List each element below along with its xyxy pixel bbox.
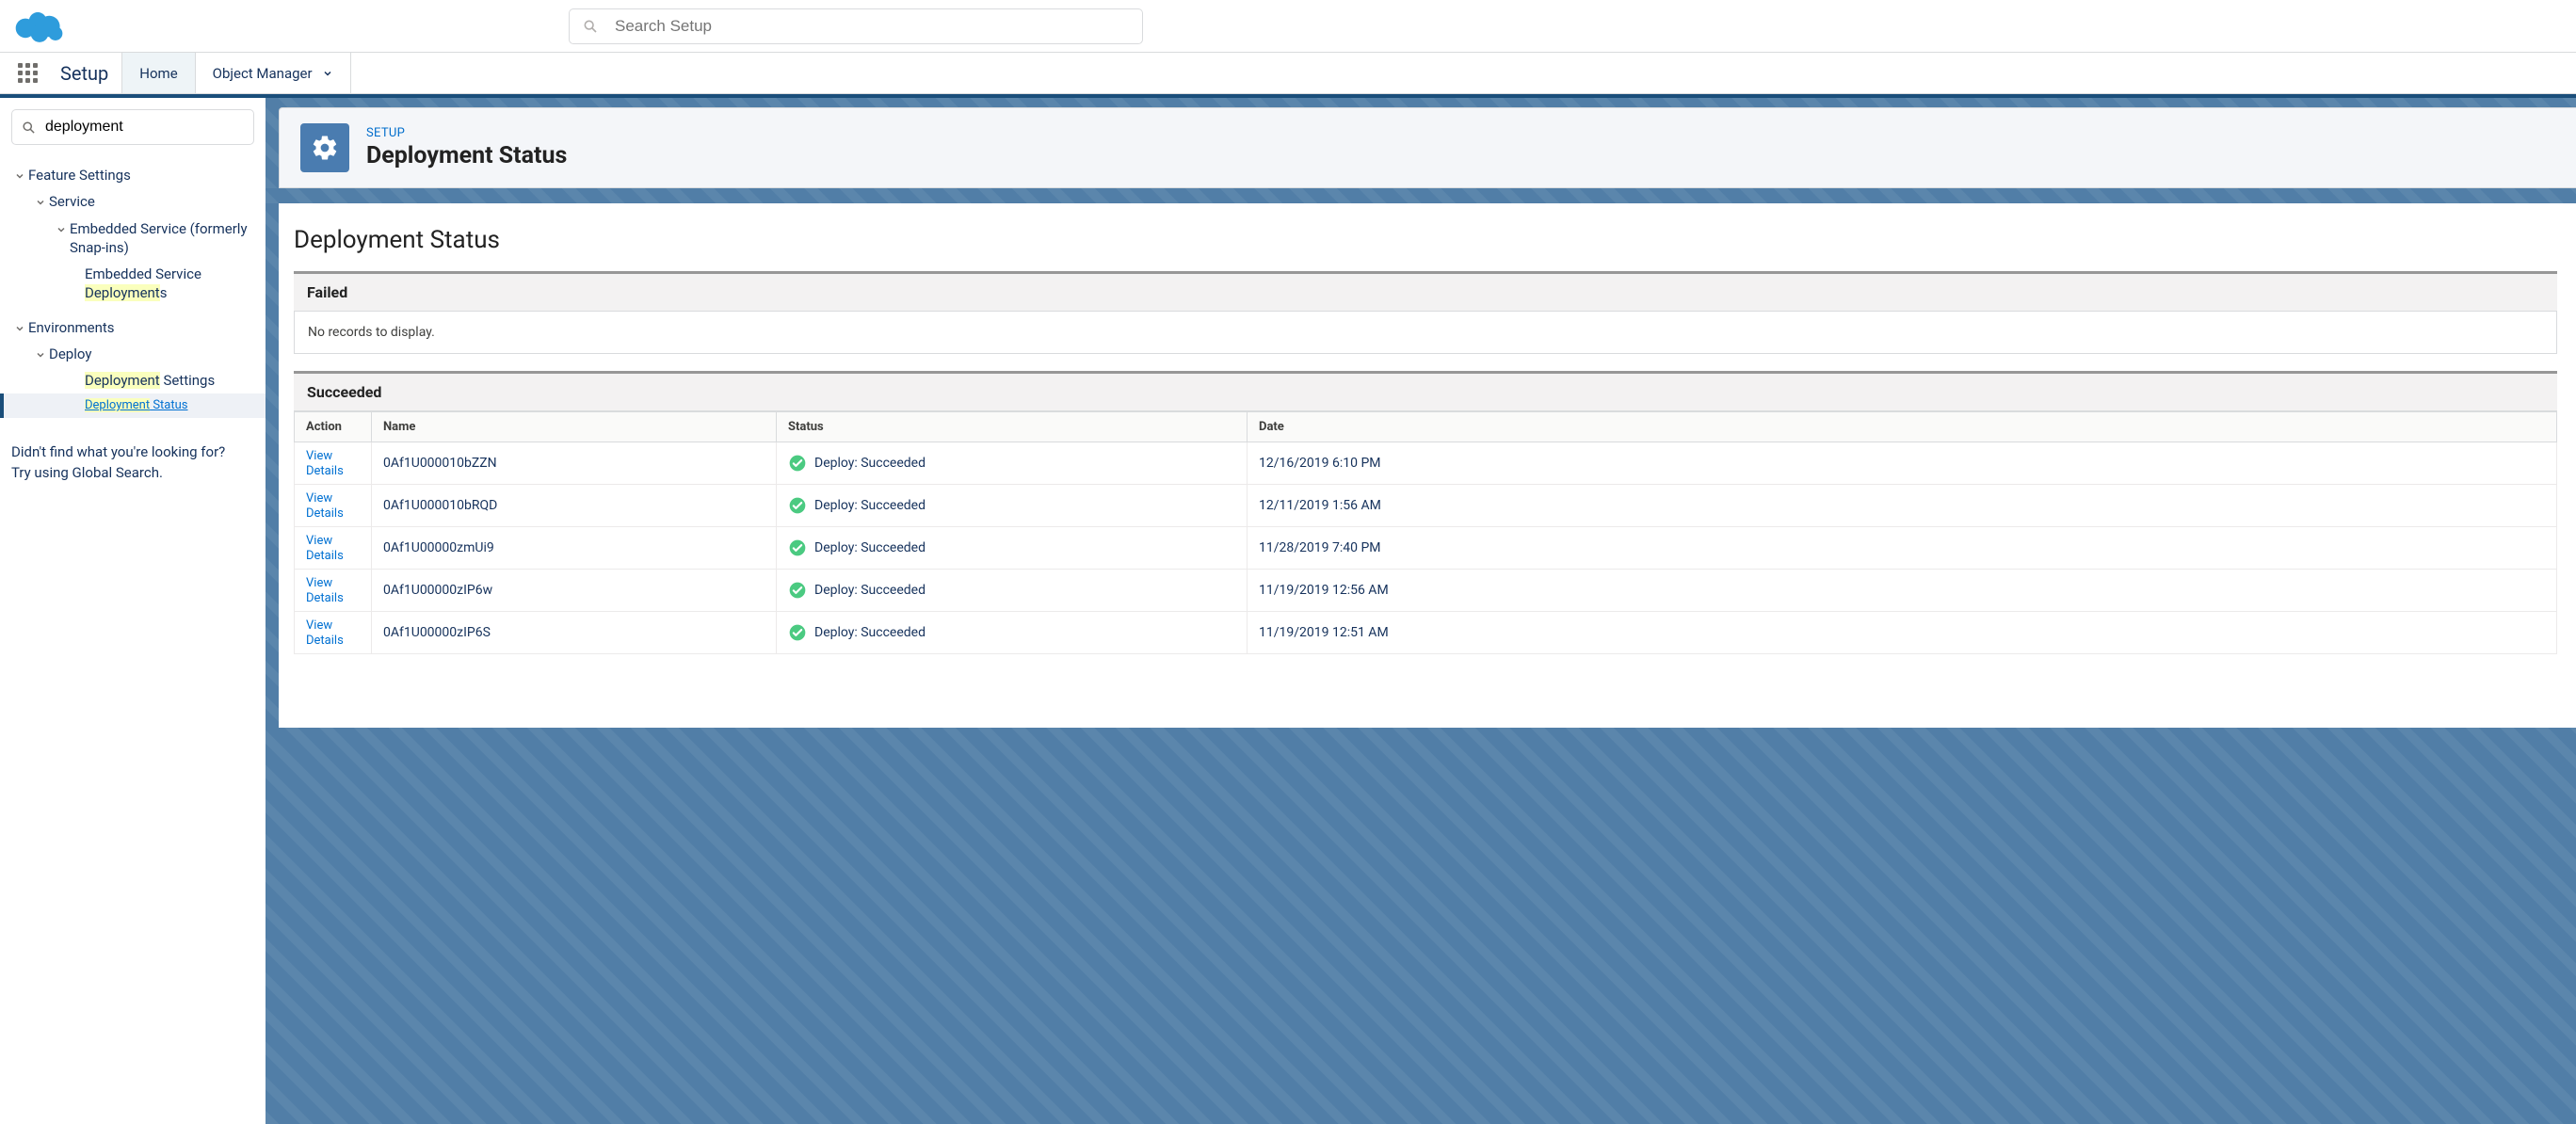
search-icon xyxy=(583,19,598,34)
gear-icon xyxy=(300,123,349,172)
deploy-date: 12/11/2019 1:56 AM xyxy=(1248,485,2557,527)
view-details-link[interactable]: View Details xyxy=(306,576,344,605)
chevron-down-icon xyxy=(32,346,49,363)
setup-tree: Feature Settings Service Embedded Servic… xyxy=(11,162,254,418)
body-title: Deployment Status xyxy=(294,226,2557,254)
tree-node-environments[interactable]: Environments xyxy=(11,314,254,341)
chevron-down-icon xyxy=(53,221,70,238)
chevron-down-icon xyxy=(11,320,28,337)
chevron-down-icon xyxy=(322,68,333,79)
search-icon xyxy=(22,120,36,135)
deploy-date: 11/19/2019 12:51 AM xyxy=(1248,612,2557,654)
deploy-date: 11/19/2019 12:56 AM xyxy=(1248,570,2557,612)
chevron-down-icon xyxy=(32,194,49,211)
tree-node-deployment-settings[interactable]: Deployment Settings xyxy=(11,367,254,393)
deploy-date: 12/16/2019 6:10 PM xyxy=(1248,442,2557,485)
failed-header: Failed xyxy=(294,271,2557,312)
deploy-date: 11/28/2019 7:40 PM xyxy=(1248,527,2557,570)
failed-empty: No records to display. xyxy=(294,312,2557,354)
setup-sidebar: Feature Settings Service Embedded Servic… xyxy=(0,98,266,1124)
tree-label: Deploy xyxy=(49,345,91,363)
tree-label: Embedded Service Deployments xyxy=(85,265,254,303)
chevron-down-icon xyxy=(11,168,28,185)
view-details-link[interactable]: View Details xyxy=(306,491,344,521)
main-area: SETUP Deployment Status Deployment Statu… xyxy=(266,98,2576,1124)
col-date: Date xyxy=(1248,412,2557,442)
global-search-input[interactable] xyxy=(615,17,1129,36)
page-eyebrow: SETUP xyxy=(366,126,567,140)
page-header: SETUP Deployment Status xyxy=(279,107,2576,188)
col-action: Action xyxy=(295,412,372,442)
nav-bar: Setup Home Object Manager xyxy=(0,53,2576,94)
success-icon xyxy=(788,454,807,473)
tree-label: Deployment Settings xyxy=(85,371,215,390)
sidebar-search[interactable] xyxy=(11,109,254,145)
table-row: View Details 0Af1U00000zIP6S Deploy: Succe… xyxy=(295,612,2557,654)
salesforce-logo[interactable] xyxy=(11,8,68,45)
succeeded-header: Succeeded xyxy=(294,371,2557,411)
view-details-link[interactable]: View Details xyxy=(306,534,344,563)
success-icon xyxy=(788,581,807,600)
deploy-name: 0Af1U000010bZZN xyxy=(372,442,777,485)
global-header xyxy=(0,0,2576,53)
col-status: Status xyxy=(777,412,1248,442)
sidebar-help-text: Didn't find what you're looking for? Try… xyxy=(11,442,254,484)
tab-home[interactable]: Home xyxy=(121,53,195,93)
tree-node-embedded-service[interactable]: Embedded Service (formerly Snap-ins) xyxy=(11,216,254,262)
tree-label: Service xyxy=(49,192,95,211)
deploy-name: 0Af1U00000zIP6w xyxy=(372,570,777,612)
tree-node-embedded-service-deployments[interactable]: Embedded Service Deployments xyxy=(11,261,254,307)
table-row: View Details 0Af1U000010bRQD Deploy: Succe… xyxy=(295,485,2557,527)
tree-label: Environments xyxy=(28,318,115,337)
tree-label: Feature Settings xyxy=(28,166,131,185)
status-text: Deploy: Succeeded xyxy=(814,625,926,640)
status-text: Deploy: Succeeded xyxy=(814,456,926,471)
tree-node-deployment-status[interactable]: Deployment Status xyxy=(0,393,266,418)
tab-label: Object Manager xyxy=(213,65,313,82)
table-row: View Details 0Af1U000010bZZN Deploy: Succe… xyxy=(295,442,2557,485)
sidebar-search-input[interactable] xyxy=(45,119,244,136)
app-launcher-icon[interactable] xyxy=(0,53,55,93)
succeeded-table: Action Name Status Date View Details 0Af1… xyxy=(294,411,2557,654)
success-icon xyxy=(788,496,807,515)
tab-object-manager[interactable]: Object Manager xyxy=(196,53,351,93)
tree-node-service[interactable]: Service xyxy=(11,188,254,215)
table-row: View Details 0Af1U00000zIP6w Deploy: Succe… xyxy=(295,570,2557,612)
tree-label: Embedded Service (formerly Snap-ins) xyxy=(70,219,254,258)
tree-node-deploy[interactable]: Deploy xyxy=(11,341,254,367)
view-details-link[interactable]: View Details xyxy=(306,449,344,478)
deploy-name: 0Af1U00000zIP6S xyxy=(372,612,777,654)
status-text: Deploy: Succeeded xyxy=(814,540,926,555)
col-name: Name xyxy=(372,412,777,442)
page-title: Deployment Status xyxy=(366,142,567,169)
status-text: Deploy: Succeeded xyxy=(814,583,926,598)
tab-label: Home xyxy=(139,65,177,82)
succeeded-panel: Succeeded Action Name Status Date View D… xyxy=(294,371,2557,654)
failed-panel: Failed No records to display. xyxy=(294,271,2557,354)
deploy-name: 0Af1U00000zmUi9 xyxy=(372,527,777,570)
status-text: Deploy: Succeeded xyxy=(814,498,926,513)
success-icon xyxy=(788,538,807,557)
deploy-name: 0Af1U000010bRQD xyxy=(372,485,777,527)
tree-label: Deployment Status xyxy=(85,397,188,414)
global-search[interactable] xyxy=(569,8,1143,44)
success-icon xyxy=(788,623,807,642)
tree-node-feature-settings[interactable]: Feature Settings xyxy=(11,162,254,188)
page-body: Deployment Status Failed No records to d… xyxy=(279,203,2576,728)
table-row: View Details 0Af1U00000zmUi9 Deploy: Succe… xyxy=(295,527,2557,570)
app-name: Setup xyxy=(55,53,121,93)
view-details-link[interactable]: View Details xyxy=(306,618,344,648)
